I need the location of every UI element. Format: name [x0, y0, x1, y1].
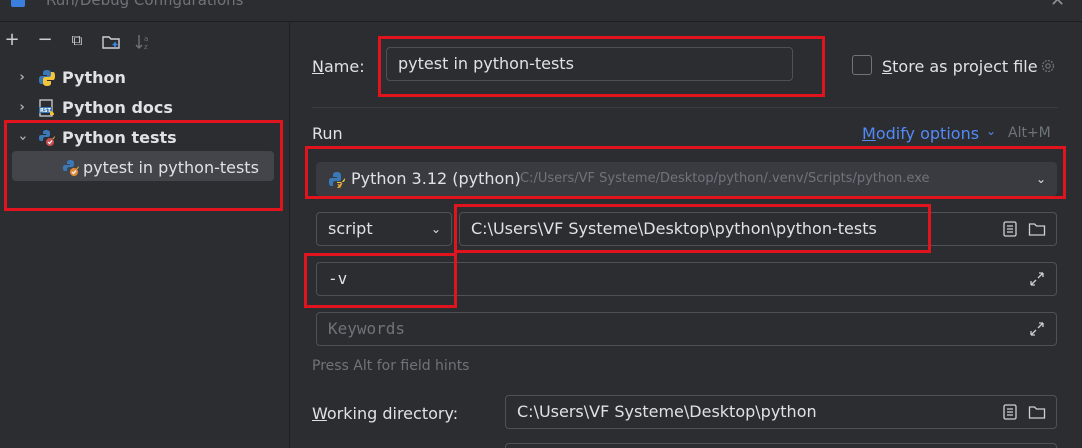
tree-item-python[interactable]: › Python	[0, 64, 290, 92]
name-field-value: pytest in python-tests	[398, 54, 574, 73]
tree-item-label: Python	[62, 68, 126, 87]
copy-configuration-icon[interactable]: ⧉	[67, 30, 87, 50]
name-label: Name:	[312, 57, 365, 76]
next-field-partial[interactable]	[505, 443, 1057, 448]
folder-icon[interactable]	[1028, 403, 1046, 421]
target-path-field[interactable]: C:\Users\VF Systeme\Desktop\python\pytho…	[459, 212, 1057, 246]
document-browse-icon[interactable]	[1001, 220, 1019, 238]
add-configuration-icon[interactable]: +	[2, 30, 22, 50]
name-field[interactable]: pytest in python-tests	[386, 47, 793, 81]
chevron-down-icon[interactable]: ⌄	[431, 213, 441, 245]
python-tests-icon	[39, 130, 55, 146]
keywords-field[interactable]: Keywords	[316, 312, 1057, 346]
tree-item-python-tests[interactable]: › Python tests	[0, 124, 290, 152]
additional-arguments-value: -v	[328, 269, 348, 288]
tree-item-pytest-in-python-tests[interactable]: pytest in python-tests	[0, 154, 290, 182]
expand-icon[interactable]	[1028, 270, 1046, 288]
interpreter-combobox[interactable]: Python 3.12 (python) C:/Users/VF Systeme…	[316, 162, 1057, 196]
rst-docs-icon: RST	[39, 99, 54, 117]
chevron-right-icon[interactable]: ›	[15, 98, 29, 118]
target-path-value: C:\Users\VF Systeme\Desktop\python\pytho…	[471, 219, 877, 238]
pytest-icon	[63, 160, 79, 176]
working-directory-label: Working directory:	[312, 404, 459, 423]
document-browse-icon[interactable]	[1001, 403, 1019, 421]
tree-item-label: Python docs	[62, 98, 173, 117]
window-title: Run/Debug Configurations	[46, 0, 244, 9]
folder-icon[interactable]	[1028, 220, 1046, 238]
run-section-title: Run	[312, 124, 343, 143]
tree-item-label: Python tests	[62, 128, 177, 147]
close-icon[interactable]: ✕	[1050, 0, 1065, 11]
target-type-combobox[interactable]: script ⌄	[316, 212, 452, 246]
title-bar: Run/Debug Configurations ✕	[0, 0, 1082, 22]
additional-arguments-field[interactable]: -v	[316, 262, 1057, 296]
section-divider	[312, 107, 1058, 108]
sort-configurations-icon[interactable]: a z	[133, 32, 153, 52]
store-as-project-file-label: Store as project file	[882, 57, 1038, 76]
modify-options-link[interactable]: Modify options	[862, 124, 979, 143]
interpreter-path: C:/Users/VF Systeme/Desktop/python/.venv…	[520, 171, 930, 186]
interpreter-name: Python 3.12 (python)	[351, 169, 521, 188]
gear-icon[interactable]	[1039, 57, 1057, 75]
chevron-down-icon[interactable]: ⌄	[986, 124, 996, 138]
chevron-down-icon[interactable]: ›	[12, 131, 32, 145]
working-directory-field[interactable]: C:\Users\VF Systeme\Desktop\python	[505, 395, 1057, 429]
expand-icon[interactable]	[1028, 320, 1046, 338]
python-interpreter-icon	[329, 172, 345, 189]
svg-text:z: z	[144, 43, 148, 51]
configurations-toolbar: + − ⧉ a z	[0, 22, 290, 58]
chevron-right-icon[interactable]: ›	[15, 68, 29, 88]
modify-options-shortcut: Alt+M	[1008, 125, 1051, 141]
tree-item-label: pytest in python-tests	[83, 158, 259, 177]
field-hint-text: Press Alt for field hints	[312, 358, 470, 374]
svg-text:a: a	[144, 35, 148, 43]
app-logo-icon	[11, 0, 25, 7]
target-type-value: script	[328, 219, 373, 238]
svg-text:RST: RST	[40, 108, 51, 114]
working-directory-value: C:\Users\VF Systeme\Desktop\python	[517, 402, 817, 421]
tree-item-python-docs[interactable]: › RST Python docs	[0, 94, 290, 122]
python-icon	[39, 70, 55, 86]
configurations-panel: + − ⧉ a z › Python › RST Python docs › P…	[0, 22, 290, 448]
chevron-down-icon[interactable]: ⌄	[1036, 163, 1046, 195]
store-as-project-file-checkbox[interactable]	[852, 55, 872, 75]
keywords-placeholder: Keywords	[328, 319, 406, 338]
remove-configuration-icon[interactable]: −	[35, 30, 55, 50]
new-folder-icon[interactable]	[101, 32, 121, 52]
